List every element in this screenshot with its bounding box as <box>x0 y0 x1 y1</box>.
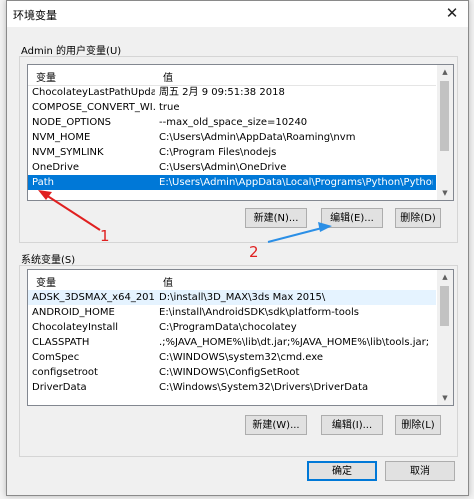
annotation-number-2: 2 <box>249 243 259 261</box>
arrow-head-2-icon <box>318 222 332 232</box>
annotation-arrow-2 <box>267 227 323 243</box>
annotation-number-1: 1 <box>100 227 110 245</box>
annotation-arrow-1 <box>45 194 101 231</box>
annotation-arrows <box>38 190 332 243</box>
